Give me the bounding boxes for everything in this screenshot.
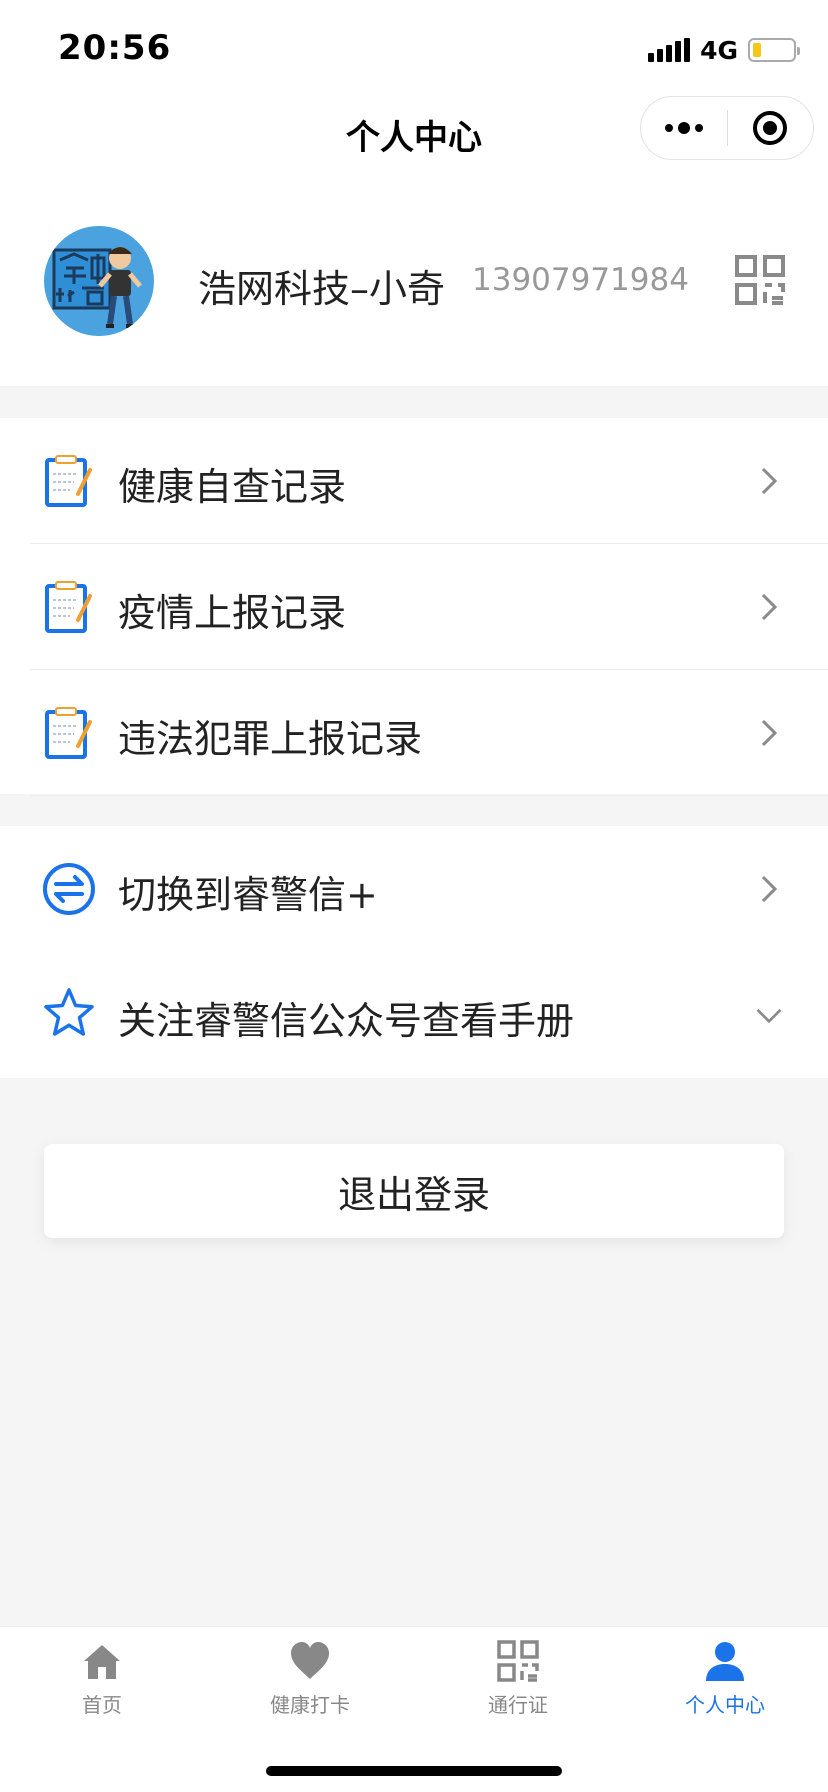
tab-home[interactable]: 首页 bbox=[32, 1639, 172, 1729]
more-button[interactable] bbox=[641, 97, 727, 159]
status-indicators: 4G bbox=[648, 35, 800, 65]
screen: 20:56 4G 个人中心 浩网科技–小奇 13907971984 健康自查记录… bbox=[0, 0, 828, 1792]
menu-item-crime-report[interactable]: 违法犯罪上报记录 bbox=[0, 670, 828, 796]
network-type: 4G bbox=[700, 35, 738, 65]
switch-icon bbox=[43, 863, 95, 915]
mini-program-capsule bbox=[640, 96, 814, 160]
avatar-cartoon-icon bbox=[52, 247, 142, 328]
tab-label: 个人中心 bbox=[685, 1693, 765, 1717]
menu-item-label: 疫情上报记录 bbox=[118, 591, 347, 635]
menu-item-label: 关注睿警信公众号查看手册 bbox=[118, 999, 575, 1043]
heart-icon bbox=[291, 1642, 329, 1679]
user-phone: 13907971984 bbox=[472, 262, 689, 298]
menu-item-follow-account[interactable]: 关注睿警信公众号查看手册 bbox=[0, 952, 828, 1078]
clipboard-icon bbox=[45, 707, 92, 759]
menu-item-label: 切换到睿警信+ bbox=[118, 873, 378, 917]
close-mini-program-button[interactable] bbox=[728, 97, 814, 159]
tab-personal-center[interactable]: 个人中心 bbox=[655, 1639, 795, 1729]
menu-item-epidemic-report[interactable]: 疫情上报记录 bbox=[0, 544, 828, 670]
logout-button[interactable]: 退出登录 bbox=[44, 1144, 784, 1238]
person-icon bbox=[706, 1642, 744, 1681]
tab-label: 通行证 bbox=[488, 1693, 548, 1717]
tab-health-checkin[interactable]: 健康打卡 bbox=[240, 1639, 380, 1729]
profile-card: 浩网科技–小奇 13907971984 bbox=[0, 196, 828, 386]
avatar[interactable] bbox=[44, 226, 154, 336]
clipboard-icon bbox=[45, 455, 92, 507]
more-dots-icon bbox=[664, 122, 703, 134]
nav-bar: 个人中心 bbox=[0, 96, 828, 196]
tab-label: 健康打卡 bbox=[270, 1693, 350, 1717]
home-indicator bbox=[266, 1766, 562, 1776]
records-menu: 健康自查记录 疫情上报记录 违法犯罪上报记录 bbox=[0, 418, 828, 796]
tab-label: 首页 bbox=[82, 1693, 122, 1717]
status-time: 20:56 bbox=[58, 28, 172, 68]
clipboard-icon bbox=[45, 581, 92, 633]
menu-item-switch-app[interactable]: 切换到睿警信+ bbox=[0, 826, 828, 952]
my-qr-code-button[interactable] bbox=[734, 254, 786, 306]
chevron-right-icon bbox=[761, 593, 778, 621]
home-icon bbox=[84, 1645, 120, 1679]
qr-code-icon bbox=[497, 1640, 539, 1682]
user-name: 浩网科技–小奇 bbox=[198, 267, 446, 311]
tab-pass[interactable]: 通行证 bbox=[448, 1639, 588, 1729]
status-bar: 20:56 4G bbox=[0, 0, 828, 96]
menu-item-label: 健康自查记录 bbox=[118, 465, 347, 509]
menu-item-health-check[interactable]: 健康自查记录 bbox=[0, 418, 828, 544]
menu-item-label: 违法犯罪上报记录 bbox=[118, 717, 423, 761]
battery-icon bbox=[748, 38, 800, 62]
chevron-right-icon bbox=[761, 719, 778, 747]
chevron-right-icon bbox=[761, 467, 778, 495]
qr-code-icon bbox=[735, 255, 785, 305]
star-icon bbox=[44, 988, 94, 1036]
target-icon bbox=[753, 111, 788, 145]
other-menu: 切换到睿警信+ 关注睿警信公众号查看手册 bbox=[0, 826, 828, 1078]
signal-icon bbox=[648, 38, 691, 62]
chevron-right-icon bbox=[761, 875, 778, 903]
chevron-down-icon bbox=[756, 1008, 782, 1024]
